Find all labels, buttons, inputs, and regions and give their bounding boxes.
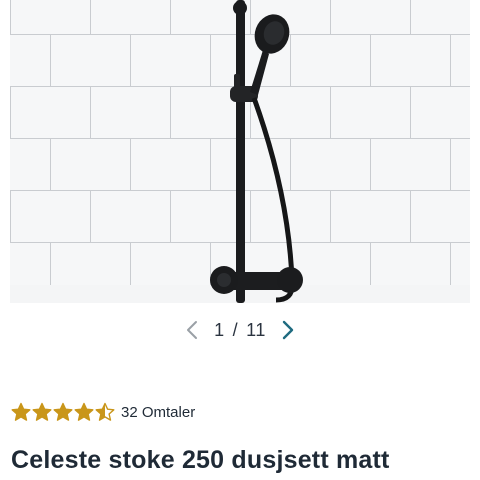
product-image[interactable]: [10, 0, 470, 303]
image-pager: 1 / 11: [0, 315, 480, 345]
star-icon: [32, 402, 52, 421]
shower-set-photo: [10, 0, 470, 303]
total-pages: 11: [246, 319, 266, 340]
current-page: 1: [214, 319, 225, 340]
chevron-left-icon[interactable]: [180, 318, 204, 342]
product-title: Celeste stoke 250 dusjsett matt: [11, 446, 390, 474]
page-counter: 1 / 11: [214, 320, 266, 341]
star-icon: [11, 402, 31, 421]
chevron-right-icon[interactable]: [276, 318, 300, 342]
star-icon: [53, 402, 73, 421]
rating-stars: [11, 402, 115, 422]
star-icon: [95, 402, 115, 421]
review-count[interactable]: 32 Omtaler: [121, 404, 195, 421]
product-rating[interactable]: 32 Omtaler: [11, 402, 195, 422]
star-icon: [74, 402, 94, 421]
page-separator: /: [232, 319, 239, 340]
